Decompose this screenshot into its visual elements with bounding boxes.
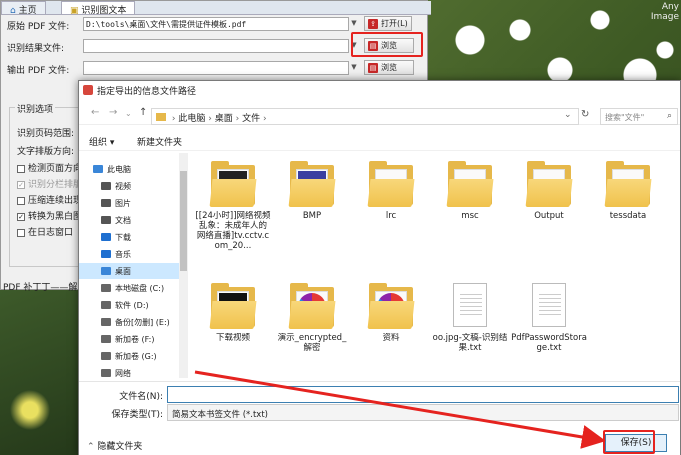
annotation-arrow	[194, 370, 606, 449]
